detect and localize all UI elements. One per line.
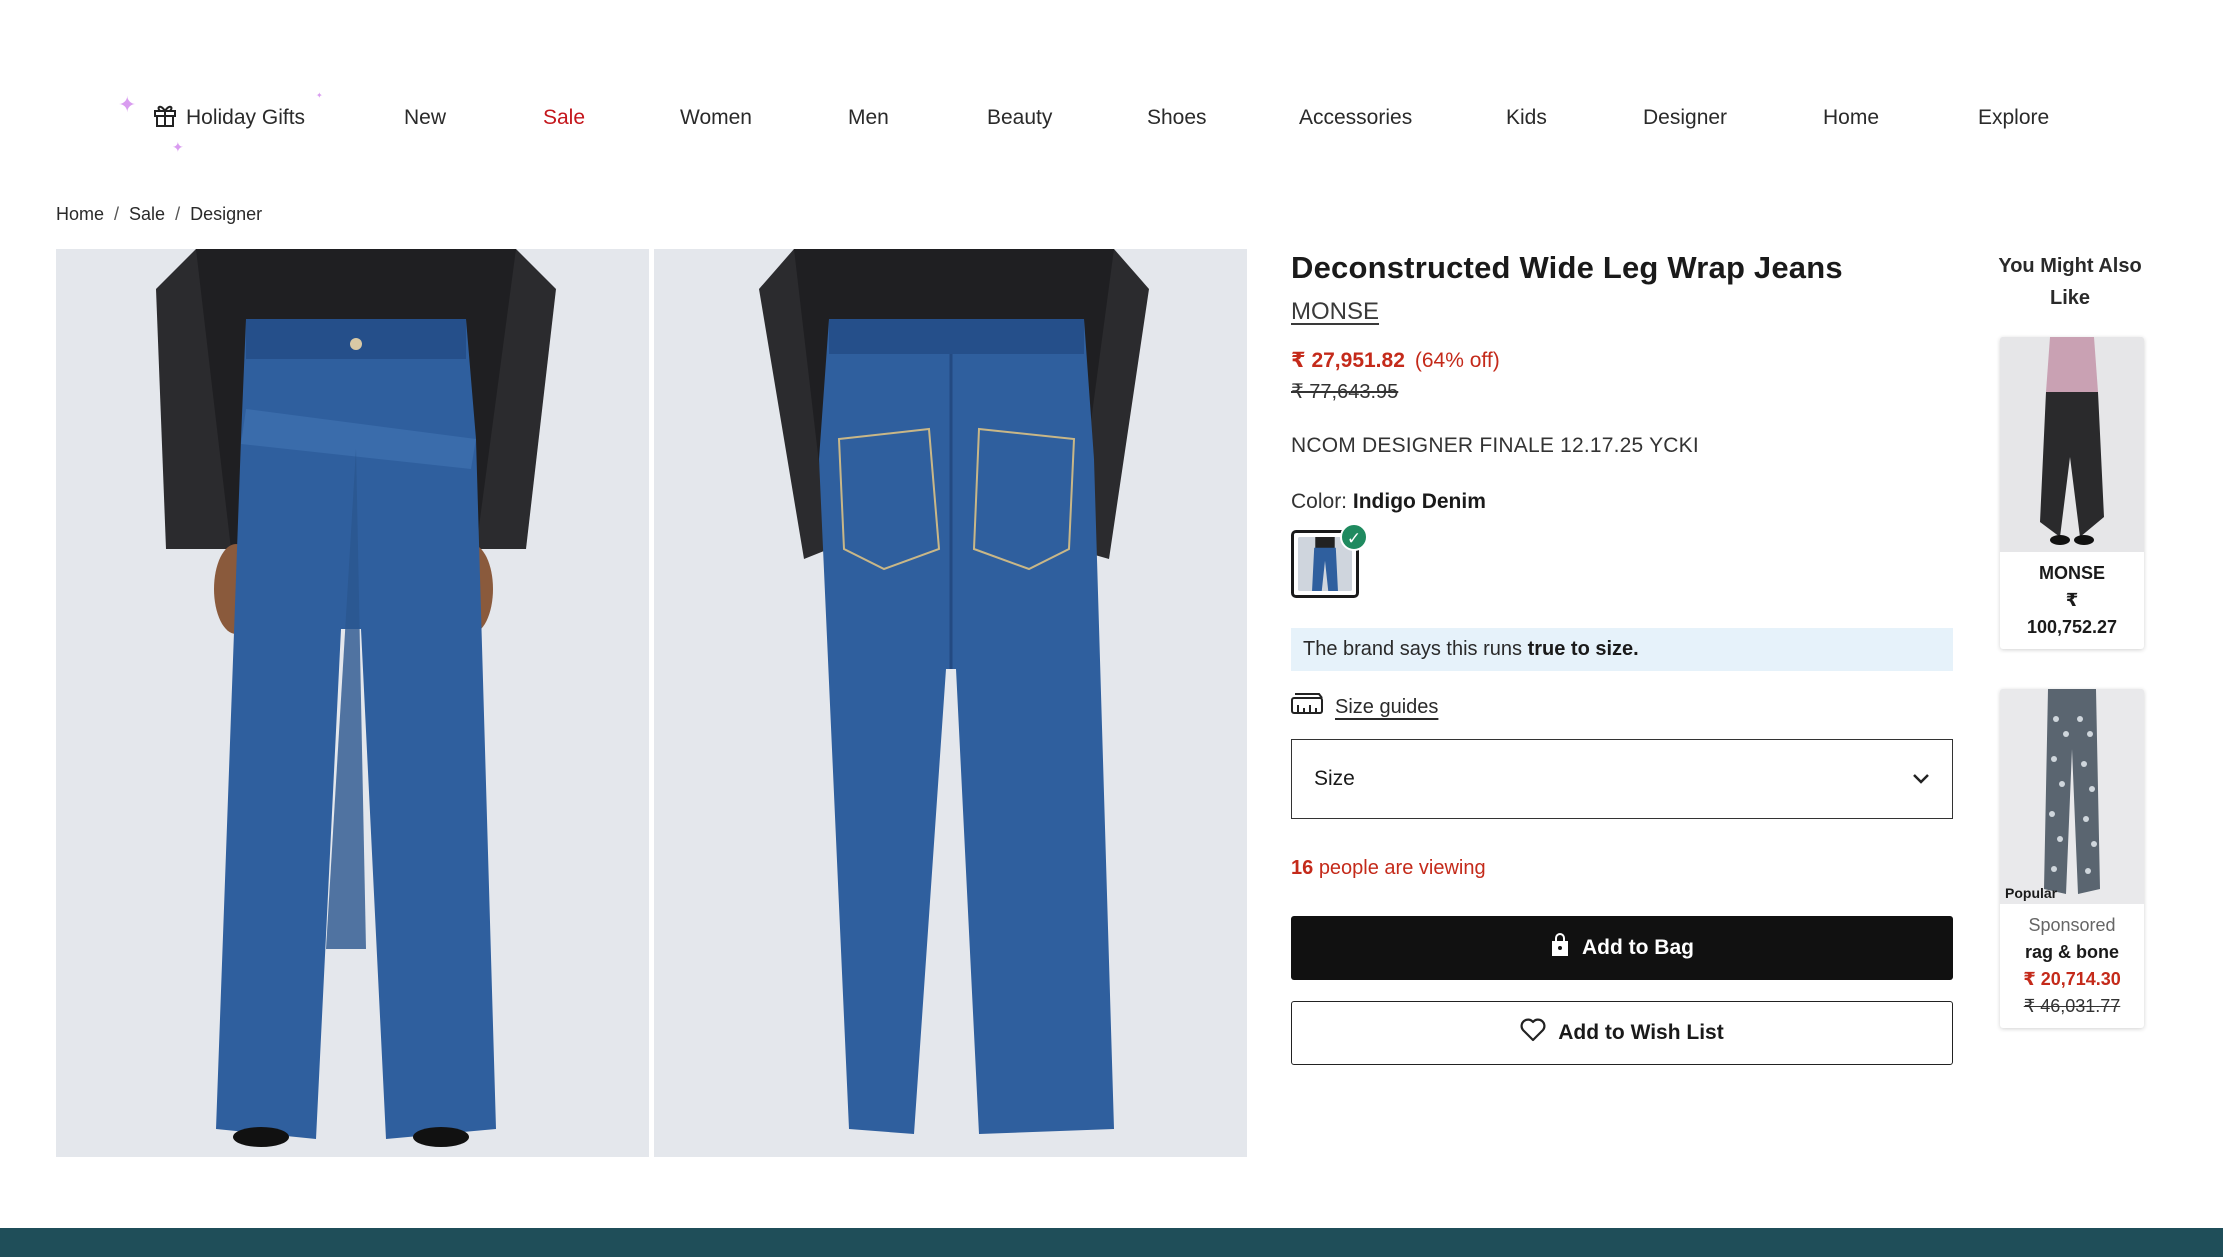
price-row: ₹ 27,951.82 (64% off) <box>1291 348 1953 373</box>
product-image-back[interactable] <box>654 249 1247 1157</box>
discount-percent: (64% off) <box>1414 349 1500 372</box>
recommendation-brand: MONSE <box>2038 563 2105 583</box>
footer-bar <box>0 1228 2223 1257</box>
size-dropdown-label: Size <box>1314 767 1355 790</box>
breadcrumb: Home / Sale / Designer <box>56 204 262 225</box>
nav-item-sale[interactable]: Sale <box>543 96 585 140</box>
nav-item-men[interactable]: Men <box>848 96 889 140</box>
recommendation-original-price: ₹ 46,031.77 <box>2023 996 2121 1016</box>
chevron-down-icon <box>1912 767 1930 791</box>
nav-item-kids[interactable]: Kids <box>1506 96 1547 140</box>
add-to-bag-label: Add to Bag <box>1582 936 1694 959</box>
popular-badge: Popular <box>2005 885 2058 901</box>
shopping-bag-icon <box>1550 933 1570 963</box>
product-info: Deconstructed Wide Leg Wrap Jeans MONSE … <box>1291 250 1953 1065</box>
color-swatch-indigo-denim[interactable]: ✓ <box>1291 523 1368 598</box>
product-image-front[interactable] <box>56 249 649 1157</box>
heart-icon <box>1520 1018 1546 1048</box>
product-title: Deconstructed Wide Leg Wrap Jeans <box>1291 250 1843 285</box>
nav-item-beauty[interactable]: Beauty <box>987 96 1052 140</box>
promo-code: NCOM DESIGNER FINALE 12.17.25 YCKI <box>1291 434 1699 457</box>
main-navigation: New Sale Women Men Beauty Shoes Accessor… <box>0 96 2223 144</box>
color-label: Color: <box>1291 490 1348 513</box>
recommendation-price: 100,752.27 <box>2026 617 2118 637</box>
breadcrumb-separator: / <box>175 204 181 224</box>
color-label-row: Color: Indigo Denim <box>1291 490 1953 514</box>
color-value: Indigo Denim <box>1352 490 1486 513</box>
sponsored-label: Sponsored <box>2028 915 2116 935</box>
original-price: ₹ 77,643.95 <box>1291 381 1399 403</box>
nav-item-designer[interactable]: Designer <box>1643 96 1727 140</box>
product-brand-link[interactable]: MONSE <box>1291 298 1379 326</box>
recommendation-sale-price: ₹ 20,714.30 <box>2023 969 2121 989</box>
selected-check-icon: ✓ <box>1340 523 1368 551</box>
fit-note-text: The brand says this runs <box>1303 638 1522 660</box>
breadcrumb-separator: / <box>114 204 120 224</box>
ruler-icon <box>1291 693 1323 721</box>
nav-item-explore[interactable]: Explore <box>1978 96 2049 140</box>
recommendation-card[interactable]: Popular Sponsored rag & bone ₹ 20,714.30… <box>2000 689 2144 1028</box>
size-guides-link[interactable]: Size guides <box>1291 693 1953 721</box>
recommendations-title: You Might Also Like <box>1998 255 2142 309</box>
recommendation-currency: ₹ <box>2065 590 2079 610</box>
fit-note-emphasis: true to size. <box>1527 638 1639 660</box>
recommendation-brand: rag & bone <box>2024 942 2119 962</box>
recommendation-image <box>2000 337 2144 552</box>
breadcrumb-designer: Designer <box>190 204 263 224</box>
size-guides-label: Size guides <box>1335 695 1439 718</box>
recommendation-card[interactable]: MONSE ₹ 100,752.27 <box>2000 337 2144 649</box>
nav-item-shoes[interactable]: Shoes <box>1147 96 1207 140</box>
add-to-wishlist-label: Add to Wish List <box>1558 1021 1724 1044</box>
size-dropdown[interactable]: Size <box>1291 739 1953 819</box>
sale-price: ₹ 27,951.82 <box>1291 349 1405 372</box>
breadcrumb-sale[interactable]: Sale <box>129 204 165 225</box>
recommendation-details: MONSE ₹ 100,752.27 <box>2000 552 2144 649</box>
breadcrumb-home[interactable]: Home <box>56 204 104 225</box>
recommendation-details: Sponsored rag & bone ₹ 20,714.30 ₹ 46,03… <box>2000 904 2144 1028</box>
nav-item-new[interactable]: New <box>404 96 446 140</box>
recommendation-image: Popular <box>2000 689 2144 904</box>
nav-item-home[interactable]: Home <box>1823 96 1879 140</box>
add-to-bag-button[interactable]: Add to Bag <box>1291 916 1953 980</box>
viewers-indicator: 16 people are viewing <box>1291 857 1953 880</box>
viewers-count: 16 <box>1291 857 1314 879</box>
nav-item-women[interactable]: Women <box>680 96 752 140</box>
viewers-text: people are viewing <box>1318 857 1486 879</box>
nav-item-accessories[interactable]: Accessories <box>1299 96 1412 140</box>
fit-note: The brand says this runs true to size. <box>1291 628 1953 671</box>
add-to-wishlist-button[interactable]: Add to Wish List <box>1291 1001 1953 1065</box>
